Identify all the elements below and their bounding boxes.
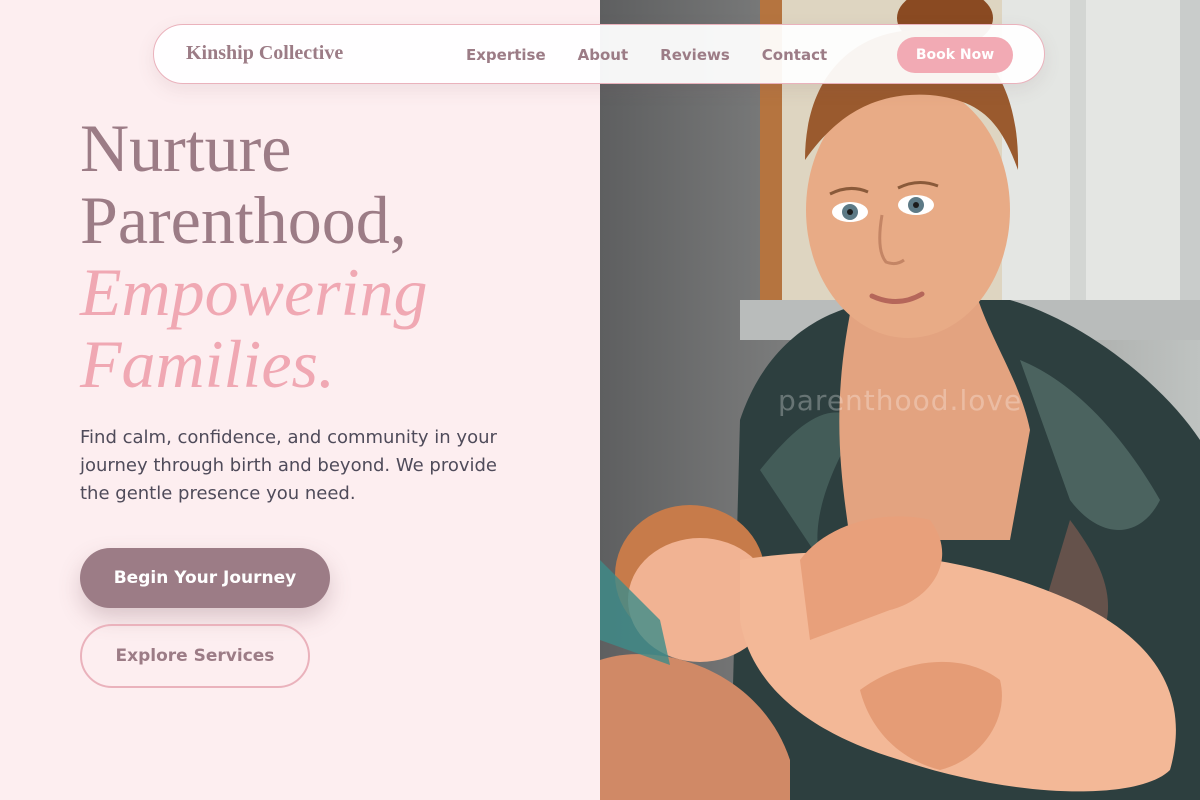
nav-link-about[interactable]: About (578, 46, 629, 64)
top-navigation: Kinship Collective Expertise About Revie… (153, 24, 1045, 84)
nav-link-reviews[interactable]: Reviews (660, 46, 730, 64)
hero-subtitle: Find calm, confidence, and community in … (80, 427, 497, 504)
hero-accent-line2: Families. (80, 326, 335, 402)
begin-journey-button[interactable]: Begin Your Journey (80, 548, 330, 608)
brand-logo[interactable]: Kinship Collective (186, 42, 343, 65)
nav-links: Expertise About Reviews Contact (466, 46, 827, 64)
hero-title-line1: Nurture (80, 110, 292, 186)
nav-link-contact[interactable]: Contact (762, 46, 827, 64)
image-watermark: parenthood.love (778, 384, 1023, 417)
landing-page: Nurture Parenthood, Empowering Families.… (0, 0, 1200, 800)
explore-services-button[interactable]: Explore Services (80, 624, 310, 688)
hero-accent-line1: Empowering (80, 254, 428, 330)
hero-title: Nurture Parenthood, Empowering Families. (80, 112, 428, 400)
book-now-button[interactable]: Book Now (897, 37, 1013, 73)
hero-panel: Nurture Parenthood, Empowering Families.… (0, 0, 600, 800)
nav-link-expertise[interactable]: Expertise (466, 46, 546, 64)
hero-photo: parenthood.love (600, 0, 1200, 800)
hero-title-line2: Parenthood, (80, 182, 407, 258)
